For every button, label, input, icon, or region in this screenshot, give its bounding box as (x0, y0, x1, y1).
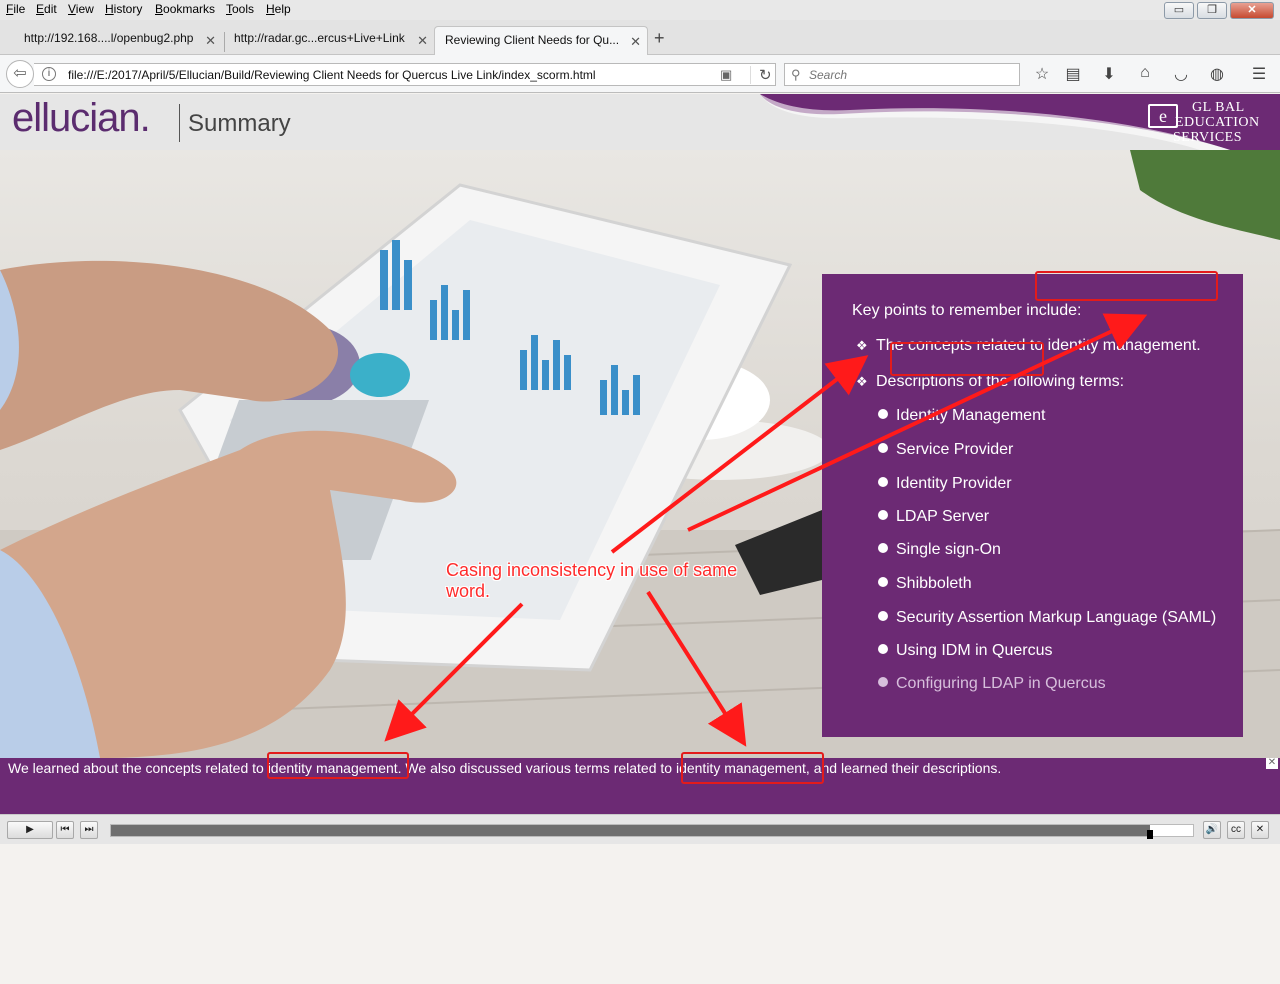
reader-view-icon[interactable]: ▣ (720, 67, 732, 83)
url-bar[interactable]: i file:///E:/2017/April/5/Ellucian/Build… (34, 63, 776, 86)
bullet-dot-icon (878, 510, 888, 520)
term-item: Service Provider (878, 441, 1013, 459)
caption-bar: We learned about the concepts related to… (0, 758, 1280, 814)
downloads-icon[interactable]: ⬇ (1098, 64, 1120, 84)
pocket-icon[interactable]: ◡ (1170, 64, 1192, 84)
term-label: Service Provider (896, 441, 1014, 458)
term-item: Security Assertion Markup Language (SAML… (878, 609, 1216, 627)
term-label: Shibboleth (896, 575, 972, 592)
search-bar[interactable]: ⚲ (784, 63, 1020, 86)
term-label: Identity Management (896, 407, 1046, 424)
tab-close-icon[interactable]: ✕ (417, 33, 428, 49)
ges-line1: GL BAL (1192, 100, 1245, 115)
term-item: Shibboleth (878, 575, 972, 593)
menu-file[interactable]: File (6, 2, 25, 16)
diamond-bullet-icon: ❖ (856, 374, 868, 389)
minimize-button[interactable]: ▭ (1164, 2, 1194, 19)
progress-fill (111, 825, 1150, 836)
tab-label: Reviewing Client Needs for Qu... (445, 33, 620, 47)
new-tab-button[interactable]: + (654, 28, 665, 49)
term-item: Configuring LDAP in Quercus (878, 675, 1106, 693)
ges-e-mark: e (1148, 104, 1178, 128)
bookmark-star-icon[interactable]: ☆ (1031, 64, 1053, 84)
term-item: Identity Provider (878, 475, 1012, 493)
bullet-dot-icon (878, 577, 888, 587)
home-icon[interactable]: ⌂ (1134, 64, 1156, 82)
search-icon: ⚲ (791, 67, 801, 82)
caption-close-icon[interactable]: ✕ (1266, 758, 1278, 769)
term-item: Using IDM in Quercus (878, 642, 1053, 660)
caption-text: We learned about the concepts related to… (8, 760, 1002, 776)
term-label: LDAP Server (896, 508, 990, 525)
restore-button[interactable]: ❐ (1197, 2, 1227, 19)
bullet-dot-icon (878, 677, 888, 687)
annotation-highlight-box (267, 752, 409, 779)
ges-line3: SERVICES (1173, 130, 1243, 145)
menu-bar: File Edit View History Bookmarks Tools H… (0, 0, 1280, 20)
tab-openbug2[interactable]: http://192.168....l/openbug2.php ✕ (14, 28, 222, 55)
info-icon[interactable]: i (42, 67, 56, 81)
ges-line2: EDUCATION (1175, 115, 1260, 130)
key-points-heading: Key points to remember include: (852, 302, 1082, 319)
bullet-dot-icon (878, 409, 888, 419)
tab-label: http://radar.gc...ercus+Live+Link (234, 31, 405, 45)
term-item: Identity Management (878, 407, 1045, 425)
tab-close-icon[interactable]: ✕ (205, 33, 216, 49)
ellucian-logo: ellucian. (12, 96, 151, 140)
search-input[interactable] (809, 66, 1009, 83)
course-player: ellucian. Summary e GL BAL EDUCATION SER… (0, 94, 1280, 844)
course-header: ellucian. Summary e GL BAL EDUCATION SER… (0, 94, 1280, 150)
tab-radar[interactable]: http://radar.gc...ercus+Live+Link ✕ (224, 28, 434, 55)
term-label: Identity Provider (896, 475, 1012, 492)
term-item: Single sign-On (878, 541, 1001, 559)
term-item: LDAP Server (878, 508, 989, 526)
globe-icon[interactable]: ◍ (1206, 64, 1228, 84)
term-label: Using IDM in Quercus (896, 642, 1053, 659)
progress-bar[interactable] (110, 824, 1194, 839)
closed-captions-button[interactable]: cc (1227, 821, 1245, 839)
menu-history[interactable]: History (105, 2, 142, 16)
play-button[interactable]: ▶ (7, 821, 53, 839)
term-label: Configuring LDAP in Quercus (896, 675, 1106, 692)
back-button[interactable]: ⇦ (6, 60, 34, 88)
hamburger-menu-icon[interactable]: ☰ (1248, 64, 1270, 84)
term-label: Security Assertion Markup Language (SAML… (896, 609, 1217, 626)
diamond-bullet-icon: ❖ (856, 338, 868, 353)
tab-reviewing-client-needs[interactable]: Reviewing Client Needs for Qu... ✕ (434, 26, 648, 56)
player-controls: ▶ ⏮ ⏭ 🔊 cc ✕ (0, 814, 1280, 844)
bullet-dot-icon (878, 443, 888, 453)
term-label: Single sign-On (896, 541, 1001, 558)
next-slide-button[interactable]: ⏭ (80, 821, 98, 839)
annotation-highlight-box (1035, 271, 1218, 301)
page-title: Summary (188, 110, 291, 137)
annotation-highlight-box (681, 752, 824, 784)
bullet-dot-icon (878, 611, 888, 621)
navigation-bar: i file:///E:/2017/April/5/Ellucian/Build… (0, 55, 1280, 93)
annotation-text: Casing inconsistency in use of same word… (446, 560, 738, 601)
volume-button[interactable]: 🔊 (1203, 821, 1221, 839)
annotation-highlight-box (890, 342, 1044, 376)
previous-slide-button[interactable]: ⏮ (56, 821, 74, 839)
bullet-dot-icon (878, 644, 888, 654)
menu-tools[interactable]: Tools (226, 2, 254, 16)
tab-label: http://192.168....l/openbug2.php (24, 31, 194, 45)
menu-edit[interactable]: Edit (36, 2, 57, 16)
progress-knob[interactable] (1146, 830, 1153, 839)
header-divider (179, 104, 180, 142)
background-photo: Key points to remember include: ❖ The con… (0, 150, 1280, 758)
close-window-button[interactable]: ✕ (1230, 2, 1274, 19)
bookmarks-list-icon[interactable]: ▤ (1062, 64, 1084, 84)
bullet-dot-icon (878, 477, 888, 487)
menu-help[interactable]: Help (266, 2, 291, 16)
menu-bookmarks[interactable]: Bookmarks (155, 2, 215, 16)
tab-strip: http://192.168....l/openbug2.php ✕ http:… (0, 20, 1280, 56)
url-text[interactable]: file:///E:/2017/April/5/Ellucian/Build/R… (68, 68, 596, 82)
tab-close-icon[interactable]: ✕ (630, 34, 641, 50)
menu-view[interactable]: View (68, 2, 94, 16)
exit-button[interactable]: ✕ (1251, 821, 1269, 839)
bullet-dot-icon (878, 543, 888, 553)
global-education-services-logo: e GL BAL EDUCATION SERVICES (1140, 100, 1275, 146)
reload-icon[interactable]: ↻ (750, 66, 772, 84)
